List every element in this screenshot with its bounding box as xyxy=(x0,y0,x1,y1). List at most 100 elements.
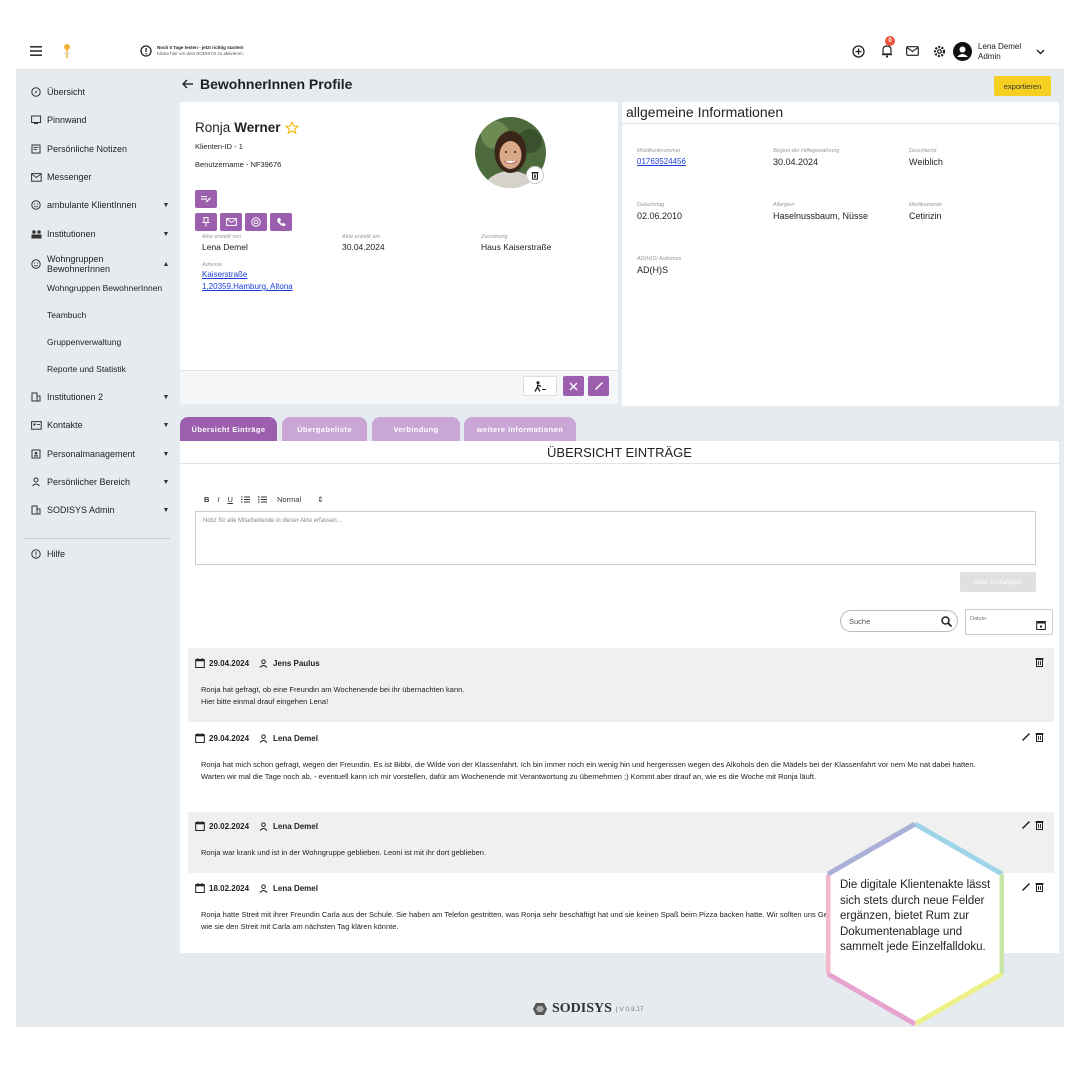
search-input[interactable]: Suche xyxy=(840,610,958,632)
email-button[interactable] xyxy=(245,213,267,231)
entry-line: Ronja hat gefragt, ob eine Freundin am W… xyxy=(201,685,465,694)
address-line-1[interactable]: Kaiserstraße xyxy=(202,270,247,279)
note-input[interactable]: Notiz für alle Mitarbeitende in dieser A… xyxy=(195,511,1036,565)
back-arrow-icon[interactable] xyxy=(182,79,194,89)
menu-icon[interactable] xyxy=(30,46,42,56)
address-label: Adresse xyxy=(202,262,223,268)
pinboard-icon xyxy=(31,115,45,125)
close-icon xyxy=(569,382,578,391)
sidebar-item-institutionen-2[interactable]: Institutionen 2 ▼ xyxy=(16,386,174,408)
general-info-card: allgemeine Informationen Mobilfunknummer… xyxy=(622,102,1059,406)
entry-item: 29.04.2024 Lena Demel Ronja hat mich sch… xyxy=(188,723,1054,811)
note-placeholder: Notiz für alle Mitarbeitende in dieser A… xyxy=(203,518,342,524)
call-button[interactable] xyxy=(270,213,292,231)
sidebar-item-notizen[interactable]: Persönliche Notizen xyxy=(16,138,174,160)
chevron-down-icon[interactable] xyxy=(1036,49,1045,55)
sidebar-item-personalmanagement[interactable]: Personalmanagement ▼ xyxy=(16,443,174,465)
underline-button[interactable]: U xyxy=(228,495,233,504)
date-placeholder: Datum xyxy=(970,616,987,622)
adhs-value: AD(H)S xyxy=(637,265,668,275)
sidebar-subitem-bewohner[interactable]: Wohngruppen BewohnerInnen xyxy=(47,283,162,293)
favorite-star-icon[interactable] xyxy=(284,121,299,134)
edit-entry-button[interactable] xyxy=(1021,732,1031,742)
person-icon xyxy=(259,821,268,831)
mobile-number[interactable]: 01763524456 xyxy=(637,157,686,166)
move-resident-button[interactable] xyxy=(523,376,557,396)
mail-icon[interactable] xyxy=(906,46,919,56)
delete-entry-button[interactable] xyxy=(1035,657,1044,667)
sidebar-subitem-gruppenverwaltung[interactable]: Gruppenverwaltung xyxy=(47,337,121,347)
format-select[interactable]: Normal ⇕ xyxy=(277,495,324,504)
footer-version: | V 0.9.17 xyxy=(615,1005,644,1013)
contact-card-icon xyxy=(31,420,45,430)
entry-line: Hier bitte einmal drauf eingehen Lena! xyxy=(201,697,329,706)
note-button[interactable] xyxy=(195,190,217,208)
sidebar-item-messenger[interactable]: Messenger xyxy=(16,166,174,188)
sidebar-item-ambulante[interactable]: ambulante KlientInnen ▼ xyxy=(16,194,174,216)
date-filter-input[interactable]: Datum xyxy=(965,609,1053,635)
chevron-down-icon: ▼ xyxy=(162,478,170,486)
add-circle-icon[interactable] xyxy=(852,45,865,58)
editor-toolbar: B I U Normal ⇕ xyxy=(204,495,324,504)
tab-weitere-informationen[interactable]: weitere Informationen xyxy=(464,417,576,441)
footer: SODISYS | V 0.9.17 xyxy=(532,1001,644,1017)
sidebar-subitem-teambuch[interactable]: Teambuch xyxy=(47,310,86,320)
search-placeholder: Suche xyxy=(849,617,871,626)
sidebar-item-label: Pinnwand xyxy=(47,115,87,125)
sidebar-item-wohngruppen[interactable]: Wohngruppen BewohnerInnen ▲ xyxy=(16,250,174,278)
entry-author: Jens Paulus xyxy=(273,658,320,668)
profile-card: Ronja Werner Klienten-ID - 1 Benutzernam… xyxy=(180,102,618,404)
entry-text: Ronja hat mich schon gefragt, wegen der … xyxy=(201,759,1041,783)
info-circle-icon[interactable] xyxy=(140,45,152,57)
compass-icon xyxy=(31,87,45,97)
export-button[interactable]: exportieren xyxy=(994,76,1051,96)
id-badge-icon xyxy=(31,449,45,459)
meds-label: Medikamente xyxy=(909,202,943,208)
entry-actions xyxy=(1035,657,1044,667)
delete-photo-button[interactable] xyxy=(526,166,544,184)
message-button[interactable] xyxy=(220,213,242,231)
sidebar-item-hilfe[interactable]: Hilfe xyxy=(16,543,174,565)
add-note-button[interactable]: Notiz hinzufügen xyxy=(960,572,1036,592)
smiley-icon xyxy=(31,200,45,210)
sidebar-item-persoenlich[interactable]: Persönlicher Bereich ▼ xyxy=(16,471,174,493)
sidebar-item-institutionen[interactable]: Institutionen ▼ xyxy=(16,223,174,245)
calendar-icon xyxy=(195,733,205,743)
ordered-list-icon[interactable] xyxy=(240,496,250,503)
promo-text: Die digitale Klientenakte lässt sich ste… xyxy=(840,879,991,953)
entry-header: 29.04.2024 Lena Demel xyxy=(195,733,318,743)
delete-entry-button[interactable] xyxy=(1035,882,1044,892)
mail-icon xyxy=(225,218,237,226)
address-line-2[interactable]: 1,20359,Hamburg, Altona xyxy=(202,282,293,291)
sidebar-subitem-reporte[interactable]: Reporte und Statistik xyxy=(47,364,126,374)
sidebar-item-label: Messenger xyxy=(47,172,92,182)
avatar-icon[interactable] xyxy=(953,42,972,61)
sidebar-item-sodisys-admin[interactable]: SODISYS Admin ▼ xyxy=(16,499,174,521)
bullet-list-icon[interactable] xyxy=(257,496,267,503)
page-title: BewohnerInnen Profile xyxy=(200,76,353,92)
settings-gear-icon[interactable] xyxy=(933,45,946,58)
tab-uebersicht-eintraege[interactable]: Übersicht Einträge xyxy=(180,417,277,441)
trial-banner[interactable]: Noch 0 Tage testen - jetzt richtig start… xyxy=(157,45,297,57)
entry-date: 29.04.2024 xyxy=(209,733,250,743)
delete-entry-button[interactable] xyxy=(1035,732,1044,742)
delete-entry-button[interactable] xyxy=(1035,820,1044,830)
sodisys-logo-icon xyxy=(532,1002,548,1016)
sidebar-item-kontakte[interactable]: Kontakte ▼ xyxy=(16,414,174,436)
person-icon xyxy=(259,658,268,668)
user-info[interactable]: Lena Demel Admin xyxy=(978,42,1021,62)
italic-button[interactable]: I xyxy=(217,495,219,504)
calendar-icon[interactable] xyxy=(1036,620,1046,630)
sidebar-item-pinnwand[interactable]: Pinnwand xyxy=(16,109,174,131)
sidebar-item-uebersicht[interactable]: Übersicht xyxy=(16,81,174,103)
edit-entry-button[interactable] xyxy=(1021,882,1031,892)
edit-profile-button[interactable] xyxy=(588,376,609,396)
edit-entry-button[interactable] xyxy=(1021,820,1031,830)
tab-verbindung[interactable]: Verbindung xyxy=(372,417,460,441)
tab-uebergabeliste[interactable]: Übergabeliste xyxy=(282,417,367,441)
archive-button[interactable] xyxy=(563,376,584,396)
username: Benutzername - NF39676 xyxy=(195,160,282,169)
bold-button[interactable]: B xyxy=(204,495,209,504)
pin-button[interactable] xyxy=(195,213,217,231)
entry-item: 29.04.2024 Jens Paulus Ronja hat gefragt… xyxy=(188,648,1054,722)
